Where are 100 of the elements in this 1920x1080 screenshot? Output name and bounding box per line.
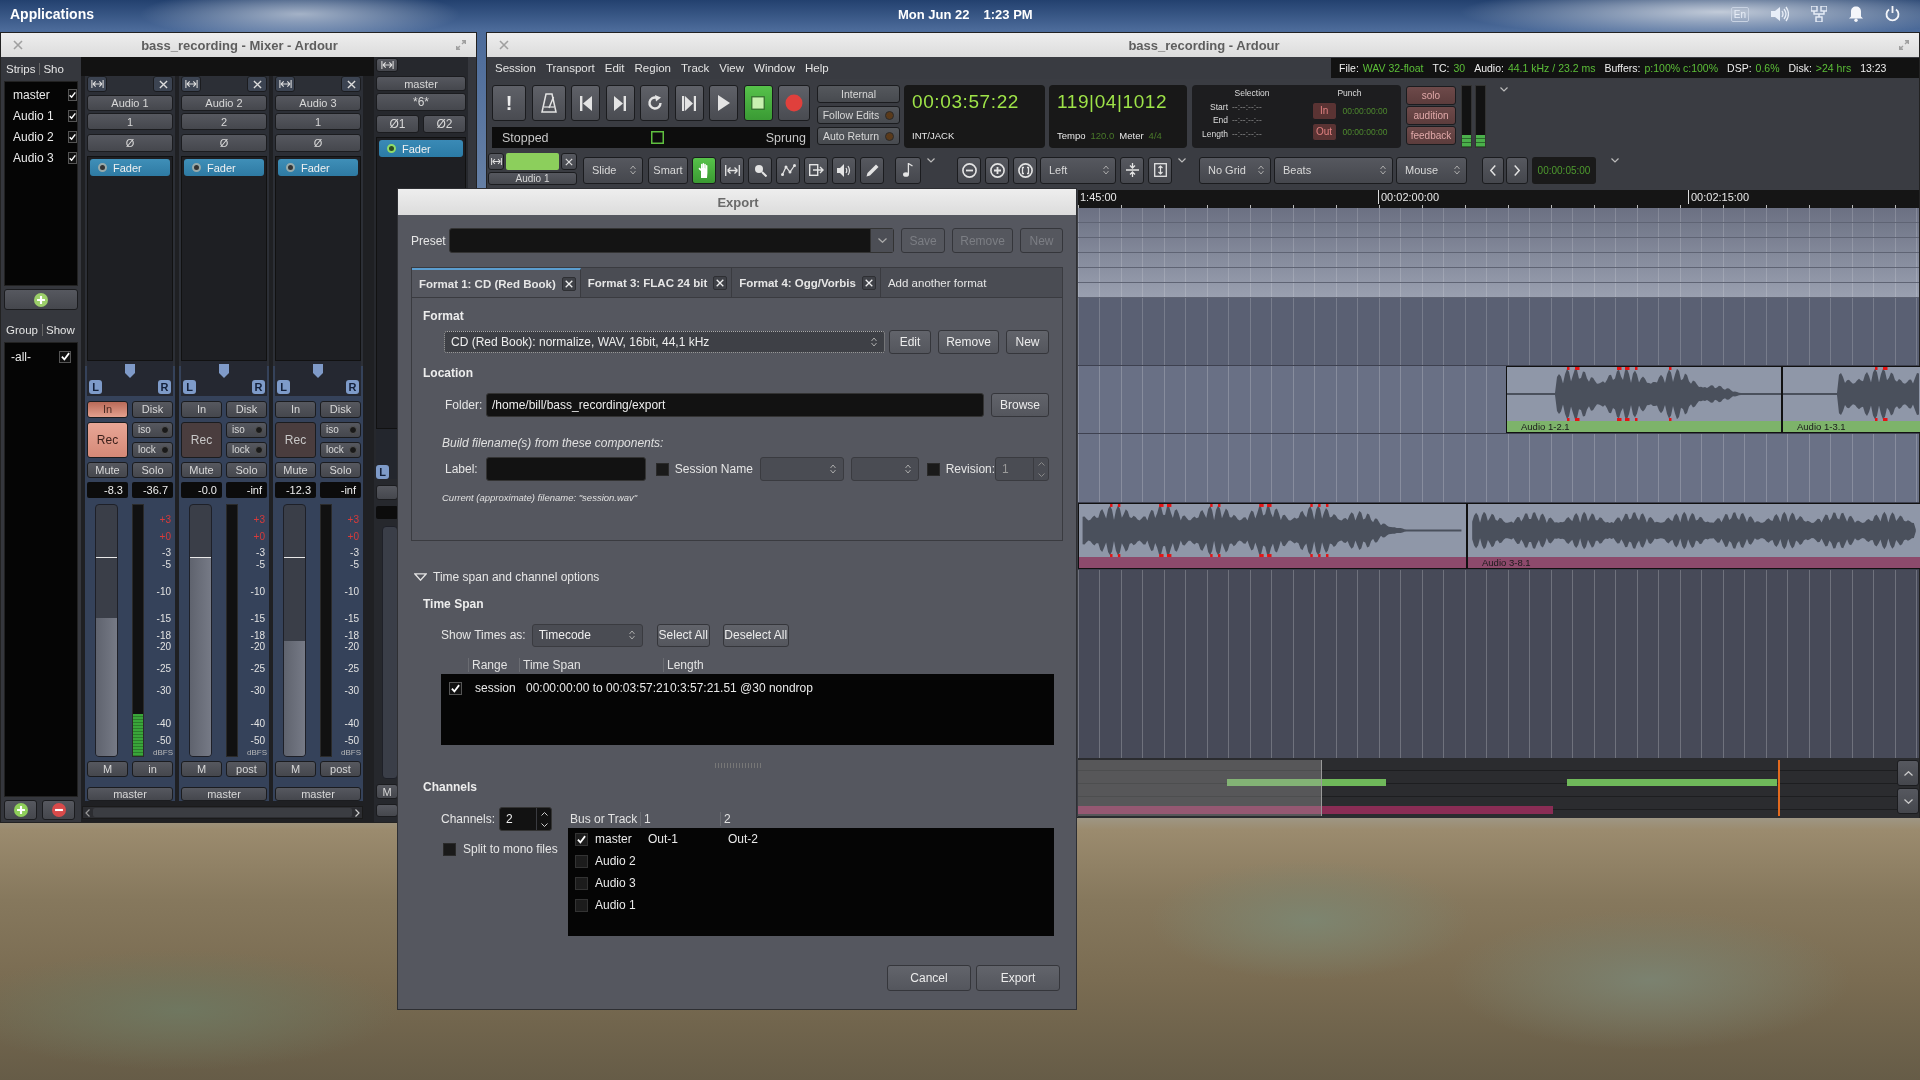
remove-group-button[interactable] xyxy=(42,800,75,820)
phase-invert-button[interactable]: Ø xyxy=(87,134,173,153)
horizontal-scrollbar[interactable] xyxy=(82,806,363,819)
fader-fill[interactable] xyxy=(190,558,212,757)
column-header[interactable]: Bus or Track xyxy=(568,811,640,826)
goto-start-button[interactable] xyxy=(571,85,600,121)
column-header[interactable]: Group xyxy=(6,324,38,336)
hide-strip-button[interactable] xyxy=(561,153,577,170)
sync-option-button[interactable]: Follow Edits xyxy=(817,106,900,124)
mute-button[interactable]: Mute xyxy=(87,461,128,479)
scroll-down-button[interactable] xyxy=(1897,788,1919,814)
panner[interactable]: L R xyxy=(87,361,173,396)
menu-item[interactable]: Session xyxy=(490,62,541,74)
channels-spinner[interactable]: 2 xyxy=(499,807,553,831)
strip-list-item[interactable]: Audio 3 xyxy=(5,147,77,168)
play-button[interactable] xyxy=(709,85,738,121)
track-lane[interactable] xyxy=(1078,434,1919,503)
checkbox[interactable] xyxy=(59,350,71,363)
output-button[interactable]: master xyxy=(181,786,267,801)
remove-format-button[interactable]: Remove xyxy=(938,330,999,354)
fader-processor[interactable]: Fader xyxy=(278,159,358,177)
isolate-button[interactable]: iso xyxy=(132,421,173,438)
timecode-ruler[interactable]: 1:45:00 00:02:00:00 00:02:15:00 xyxy=(1078,190,1919,208)
track-lane[interactable] xyxy=(1078,298,1919,366)
edit-point-dropdown[interactable]: Mouse xyxy=(1396,156,1467,184)
isolate-button[interactable]: iso xyxy=(320,421,361,438)
checkbox[interactable] xyxy=(575,876,588,890)
column-header[interactable]: 1 xyxy=(640,811,720,826)
strip-width-button[interactable] xyxy=(275,76,295,92)
menu-item[interactable]: Region xyxy=(629,62,676,74)
strip-list-item[interactable]: Audio 2 xyxy=(5,126,77,147)
record-arm-button[interactable]: Rec xyxy=(181,421,222,458)
punch-clock[interactable]: 00:00:00:00 xyxy=(1342,105,1388,116)
stretch-tool-button[interactable] xyxy=(804,156,828,184)
new-format-button[interactable]: New xyxy=(1006,330,1049,354)
monitor-button[interactable]: audition xyxy=(1406,106,1456,125)
label-field[interactable] xyxy=(485,457,646,481)
meter-point-button[interactable]: in xyxy=(132,761,173,777)
network-icon[interactable] xyxy=(1811,6,1827,22)
time-label[interactable]: 1:23 PM xyxy=(983,6,1033,22)
export-button[interactable]: Export xyxy=(976,965,1060,991)
audition-tool-button[interactable] xyxy=(832,156,856,184)
chevron-down-icon[interactable] xyxy=(540,822,548,827)
zoom-in-button[interactable] xyxy=(985,156,1009,184)
column-header[interactable]: Strips xyxy=(6,63,36,75)
punch-clock[interactable]: 00:00:00:00 xyxy=(1342,126,1388,137)
monitor-button[interactable]: feedback xyxy=(1406,126,1456,145)
strip-width-button[interactable] xyxy=(488,153,504,170)
meter-point-button[interactable]: post xyxy=(320,761,361,777)
caret-down-icon[interactable] xyxy=(1611,158,1619,163)
menu-item[interactable]: Help xyxy=(799,62,834,74)
checkbox[interactable] xyxy=(68,88,77,101)
stop-button[interactable] xyxy=(743,85,773,121)
strip-name-button[interactable]: Audio 1 xyxy=(87,95,173,111)
input-button[interactable]: 2 xyxy=(181,112,267,131)
fader-fill[interactable] xyxy=(96,618,118,757)
browse-button[interactable]: Browse xyxy=(991,393,1049,417)
goto-end-button[interactable] xyxy=(605,85,635,121)
summary-viewport[interactable] xyxy=(1078,760,1322,816)
session-summary[interactable] xyxy=(1078,758,1919,818)
strip-list-item[interactable]: master xyxy=(5,84,77,105)
edit-mode-dropdown[interactable]: Slide xyxy=(583,156,643,184)
sync-option-button[interactable]: Auto Return xyxy=(817,127,900,145)
note-mode-button[interactable] xyxy=(895,156,921,184)
options-expander[interactable]: Time span and channel options xyxy=(414,567,1063,587)
expand-tracks-button[interactable] xyxy=(1148,156,1172,184)
fader-fill[interactable] xyxy=(284,640,306,757)
meter-point-button[interactable]: post xyxy=(226,761,267,777)
checkbox[interactable] xyxy=(575,898,588,912)
column-header[interactable]: Length xyxy=(663,658,704,672)
close-tab-button[interactable] xyxy=(861,275,876,290)
output-button[interactable]: master xyxy=(87,786,173,801)
caret-down-icon[interactable] xyxy=(1500,87,1508,92)
error-log-button[interactable]: ! xyxy=(492,85,526,121)
phase-invert-button[interactable]: Ø1 xyxy=(376,115,419,133)
chevron-right-icon[interactable] xyxy=(355,808,360,817)
punch-button[interactable]: In xyxy=(1311,101,1337,120)
menu-item[interactable]: Track xyxy=(676,62,715,74)
caret-down-icon[interactable] xyxy=(927,158,935,163)
applications-menu[interactable]: Applications xyxy=(10,6,94,22)
power-icon[interactable] xyxy=(1885,6,1900,22)
checkbox[interactable] xyxy=(575,854,588,868)
add-group-button[interactable] xyxy=(4,800,37,820)
grab-tool-button[interactable] xyxy=(692,156,716,184)
close-tab-button[interactable] xyxy=(561,276,576,291)
hide-strip-button[interactable] xyxy=(247,76,267,92)
select-all-button[interactable]: Select All xyxy=(656,623,710,647)
strip-width-button[interactable] xyxy=(376,58,398,72)
nudge-forward-button[interactable] xyxy=(1506,156,1528,184)
fader-processor[interactable]: Fader xyxy=(184,159,264,177)
shuttle-control[interactable]: Stopped Sprung xyxy=(492,127,810,148)
play-range-button[interactable] xyxy=(674,85,704,121)
solo-button[interactable]: Solo xyxy=(132,461,173,479)
menu-item[interactable]: Window xyxy=(749,62,800,74)
deselect-all-button[interactable]: Deselect All xyxy=(722,623,789,647)
isolate-button[interactable]: iso xyxy=(226,421,267,438)
scrollbar-thumb[interactable] xyxy=(93,808,352,817)
panner[interactable]: L R xyxy=(275,361,361,396)
mute-button[interactable]: Mute xyxy=(275,461,316,479)
loop-button[interactable] xyxy=(640,85,669,121)
